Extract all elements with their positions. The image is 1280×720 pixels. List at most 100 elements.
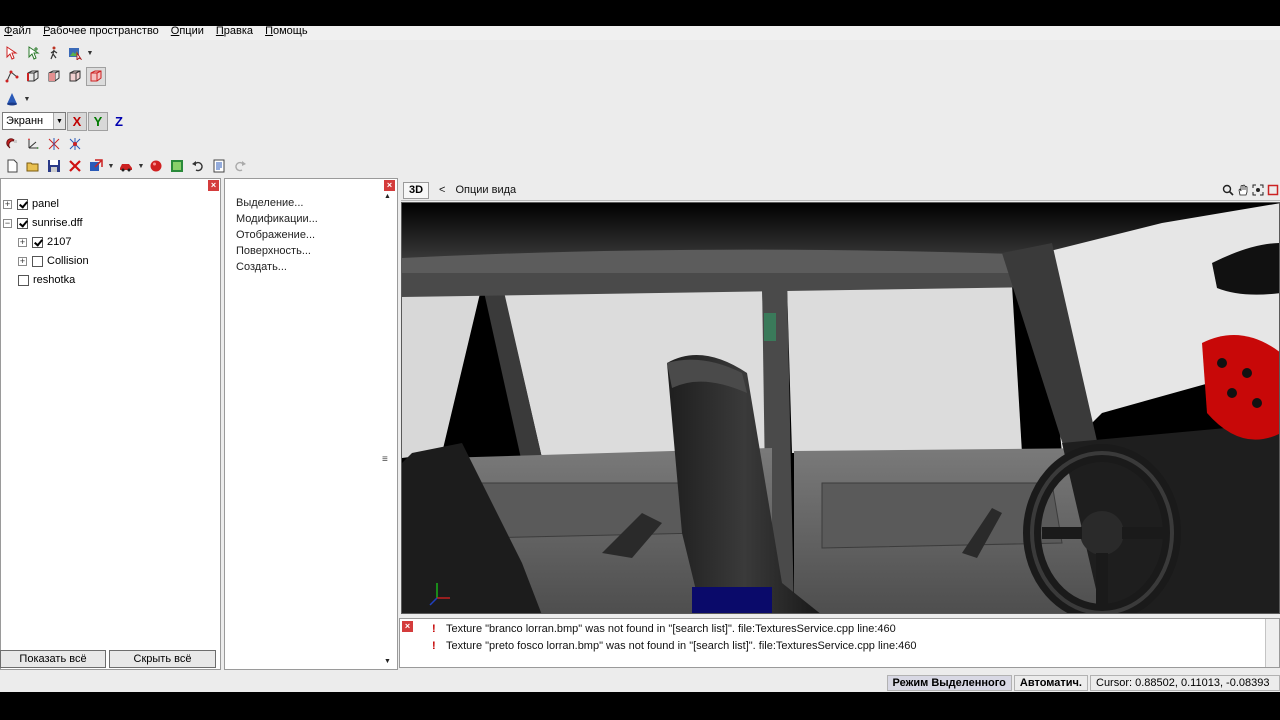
action-modifications[interactable]: Модификации...: [236, 213, 318, 225]
toolbar-pivot: ▼: [2, 89, 31, 109]
view-mode-button[interactable]: 3D: [403, 181, 429, 199]
tree-expander[interactable]: +: [18, 237, 27, 247]
close-icon[interactable]: ×: [384, 180, 395, 191]
delete-button[interactable]: [65, 157, 85, 176]
view-options-button[interactable]: Опции вида: [455, 184, 516, 196]
element-mode-button[interactable]: [65, 67, 85, 86]
visibility-checkbox[interactable]: [32, 236, 43, 248]
scale-tool-button[interactable]: [65, 135, 85, 154]
rotate-tool-button[interactable]: [44, 135, 64, 154]
action-selection[interactable]: Выделение...: [236, 197, 303, 209]
scene-tree-panel: + panel − sunrise.dff + 2107 + Collision…: [0, 178, 221, 670]
record-button[interactable]: [146, 157, 166, 176]
export-car-icon: [120, 164, 132, 172]
object-mode-button[interactable]: [86, 66, 106, 86]
tree-item-reshotka[interactable]: reshotka: [18, 271, 75, 289]
tree-item-panel[interactable]: + panel: [3, 195, 59, 213]
top-letterbox: [0, 0, 1280, 26]
magnifier-icon: [1222, 184, 1234, 196]
chevron-down-icon[interactable]: ▼: [86, 44, 94, 63]
chevron-down-icon[interactable]: ▼: [107, 157, 115, 176]
tree-item-sunrise[interactable]: − sunrise.dff: [3, 214, 83, 232]
toolbar-file: ▼ ▼: [2, 156, 250, 176]
walk-mode-button[interactable]: [44, 44, 64, 63]
redo-button[interactable]: [230, 157, 250, 176]
visibility-checkbox[interactable]: [17, 198, 28, 210]
save-file-button[interactable]: [44, 157, 64, 176]
edge-mode-button[interactable]: [23, 67, 43, 86]
properties-button[interactable]: [209, 157, 229, 176]
visibility-checkbox[interactable]: [17, 217, 28, 229]
move-tool-button[interactable]: [23, 135, 43, 154]
menu-edit[interactable]: Правка: [212, 26, 261, 40]
close-icon[interactable]: ×: [402, 621, 413, 632]
chevron-down-icon[interactable]: ▼: [23, 90, 31, 109]
status-bar: Режим Выделенного Автоматич. Cursor: 0.8…: [0, 674, 1280, 692]
zoom-extents-button[interactable]: [1251, 182, 1265, 197]
tree-expander[interactable]: +: [3, 199, 12, 209]
menu-workspace[interactable]: Рабочее пространство: [39, 26, 167, 40]
zoom-button[interactable]: [1221, 182, 1235, 197]
new-document-icon: [7, 159, 18, 173]
action-display[interactable]: Отображение...: [236, 229, 315, 241]
tree-expander[interactable]: −: [3, 218, 12, 228]
tree-item-label: reshotka: [33, 274, 76, 286]
bottom-letterbox: [0, 692, 1280, 720]
selection-mode-status[interactable]: Режим Выделенного: [886, 675, 1012, 691]
hide-all-button[interactable]: Скрыть всё: [109, 650, 216, 668]
select-multi-button[interactable]: [23, 44, 43, 63]
tree-expander[interactable]: +: [18, 256, 27, 266]
menu-file[interactable]: Файл: [0, 26, 39, 40]
tree-item-label: Collision: [47, 255, 89, 267]
menu-options[interactable]: Опции: [167, 26, 212, 40]
tree-item-2107[interactable]: + 2107: [18, 233, 71, 251]
splitter-grip-icon[interactable]: ≡: [382, 454, 388, 465]
walking-man-icon: [50, 46, 58, 60]
magnet-icon: [6, 138, 17, 149]
view-tools: [1221, 182, 1280, 197]
vertex-mode-button[interactable]: [2, 67, 22, 86]
back-arrow-icon[interactable]: <: [439, 184, 445, 196]
maximize-viewport-button[interactable]: [1266, 182, 1280, 197]
scroll-up-icon[interactable]: ▲: [384, 193, 391, 200]
scale-gizmo-icon: [69, 138, 81, 150]
texture-icon: [171, 160, 183, 172]
snap-mode-status[interactable]: Автоматич.: [1013, 675, 1088, 691]
texture-button[interactable]: [167, 157, 187, 176]
scroll-down-icon[interactable]: ▼: [384, 658, 391, 665]
select-region-button[interactable]: [65, 44, 85, 63]
log-scrollbar[interactable]: [1265, 619, 1279, 667]
axis-z-button[interactable]: Z: [109, 112, 129, 131]
undo-button[interactable]: [188, 157, 208, 176]
magnet-button[interactable]: [2, 135, 22, 154]
vertex-icon: [5, 70, 19, 83]
select-tool-button[interactable]: [2, 44, 22, 63]
export-button[interactable]: [116, 157, 136, 176]
tree-item-label: panel: [32, 198, 59, 210]
visibility-checkbox[interactable]: [32, 255, 43, 267]
cube-face-icon: [48, 70, 60, 82]
coordinate-system-select[interactable]: Экранн ▼: [2, 112, 66, 130]
application-window: Файл Рабочее пространство Опции Правка П…: [0, 26, 1280, 692]
pan-button[interactable]: [1236, 182, 1250, 197]
chevron-down-icon[interactable]: ▼: [137, 157, 145, 176]
action-create[interactable]: Создать...: [236, 261, 287, 273]
actions-panel: Выделение... Модификации... Отображение.…: [224, 178, 398, 670]
import-button[interactable]: [86, 157, 106, 176]
face-mode-button[interactable]: [44, 67, 64, 86]
axis-y-button[interactable]: Y: [88, 111, 108, 131]
new-file-button[interactable]: [2, 157, 22, 176]
visibility-checkbox[interactable]: [18, 274, 29, 286]
toolbar-select: ▼: [2, 43, 94, 63]
show-all-button[interactable]: Показать всё: [0, 650, 106, 668]
pivot-button[interactable]: [2, 90, 22, 109]
log-message: Texture "branco lorran.bmp" was not foun…: [446, 623, 896, 635]
action-surface[interactable]: Поверхность...: [236, 245, 311, 257]
axis-x-button[interactable]: X: [67, 111, 87, 131]
tree-item-collision[interactable]: + Collision: [18, 252, 89, 270]
open-file-button[interactable]: [23, 157, 43, 176]
close-icon[interactable]: ×: [208, 180, 219, 191]
menu-help[interactable]: Помощь: [261, 26, 316, 40]
red-sphere-icon: [150, 160, 162, 172]
3d-viewport[interactable]: [401, 202, 1280, 614]
